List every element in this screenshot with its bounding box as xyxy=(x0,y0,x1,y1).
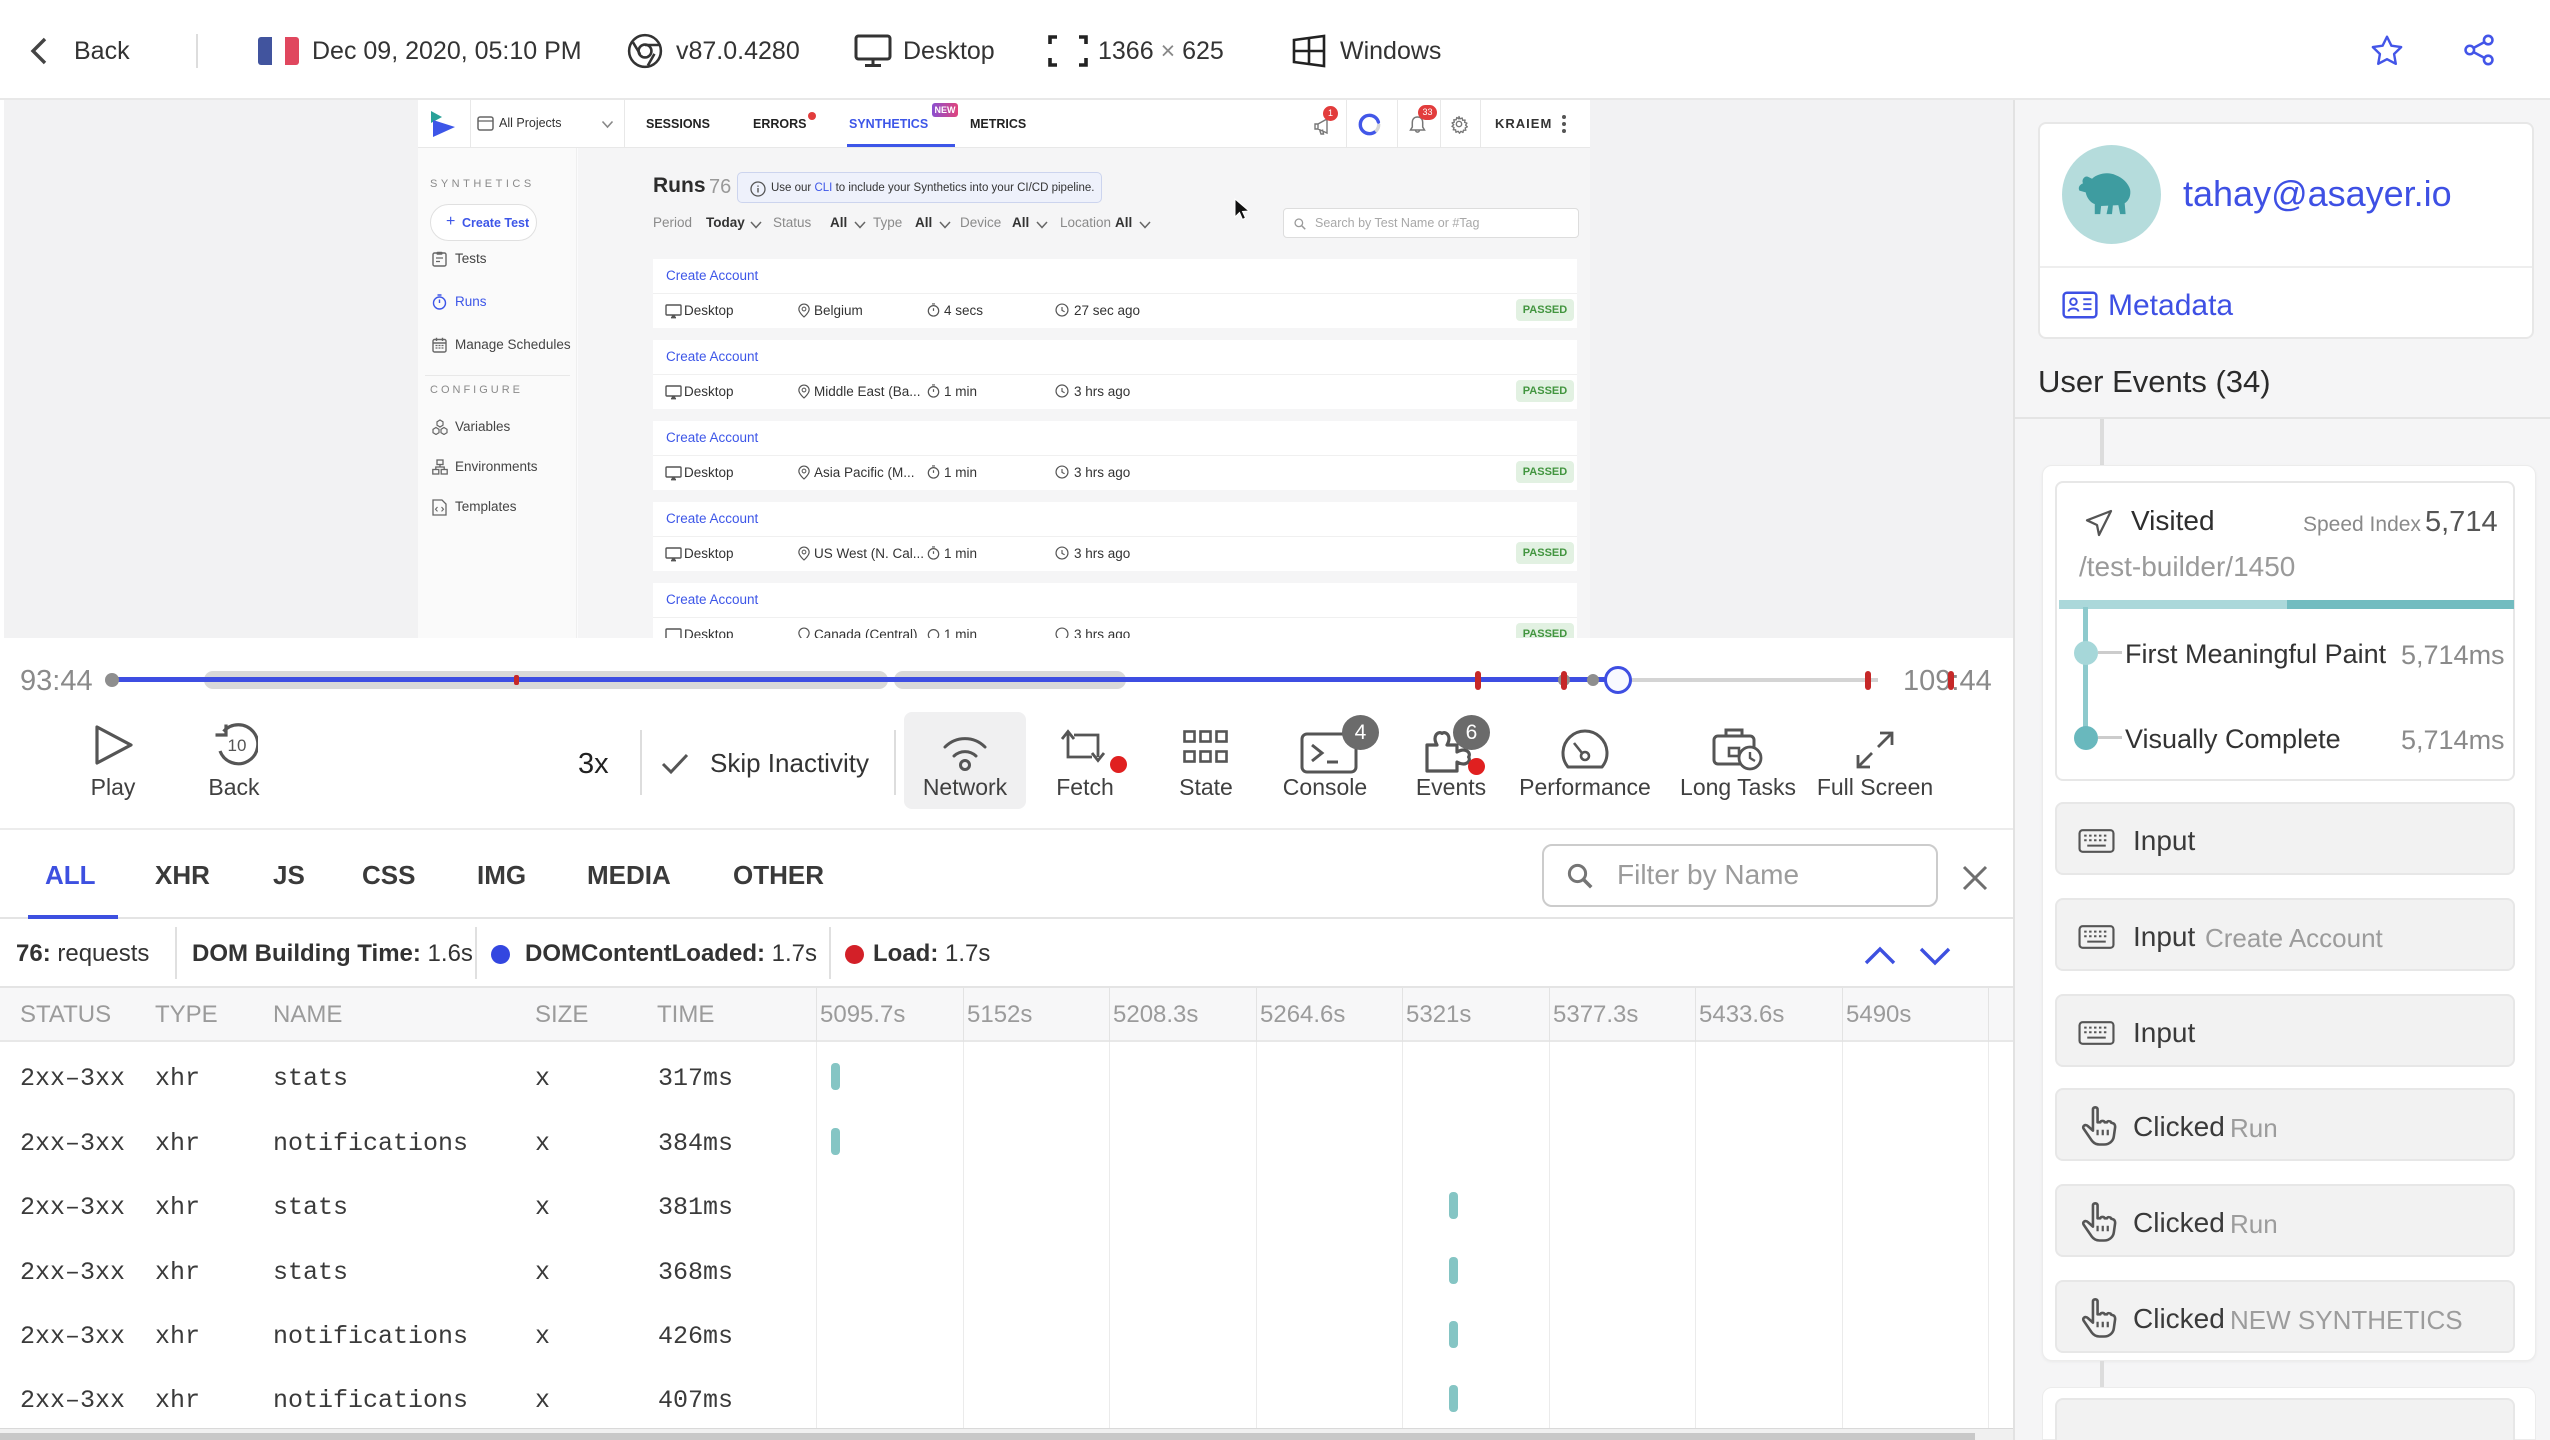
svg-text:10: 10 xyxy=(228,736,247,755)
